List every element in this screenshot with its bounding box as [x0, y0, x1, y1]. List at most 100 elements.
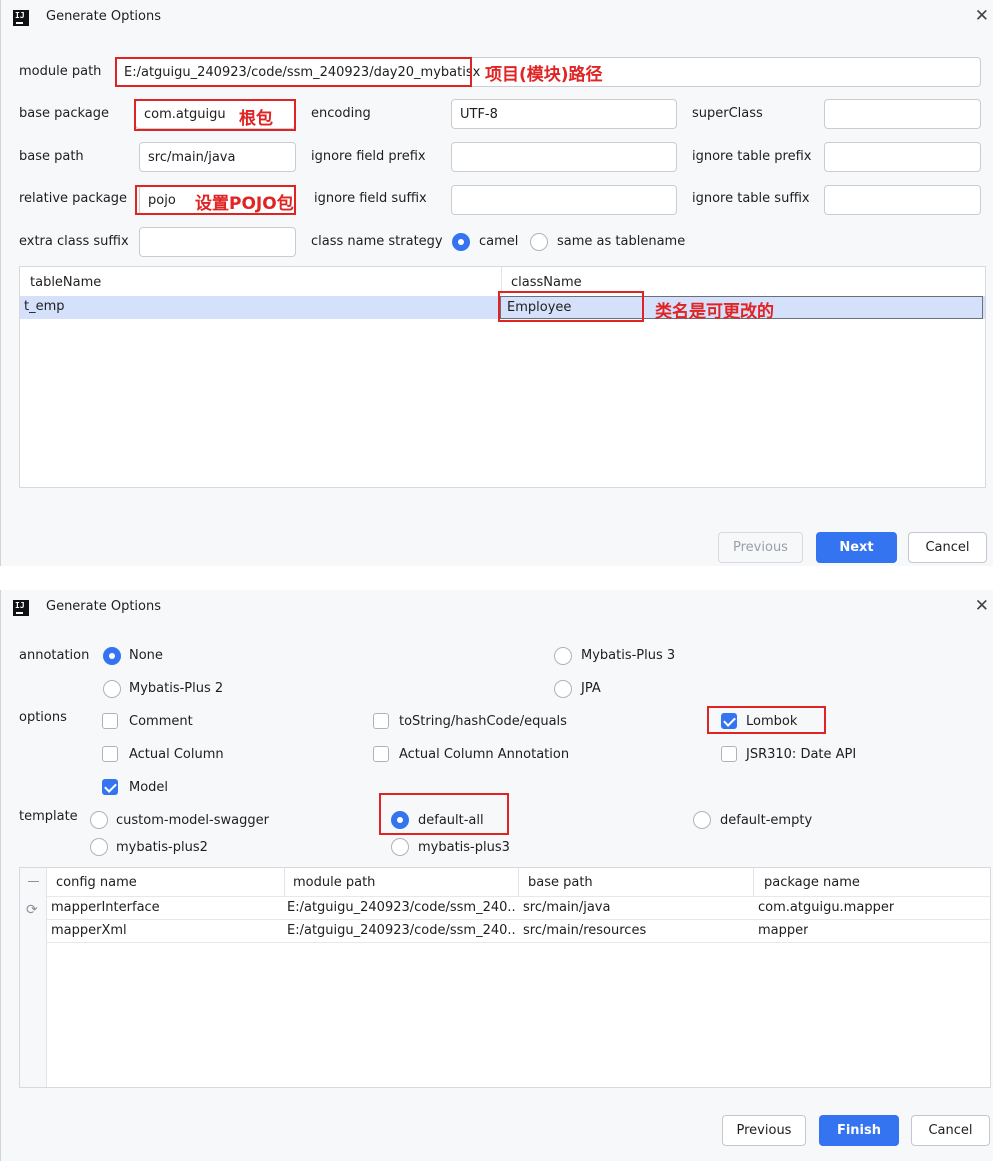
config-name-cell: mapperInterface	[51, 900, 160, 915]
dialog-title: Generate Options	[46, 9, 162, 24]
actual-column-checkbox[interactable]	[102, 746, 118, 762]
title-bar: IJ Generate Options ✕	[1, 0, 993, 36]
camel-radio[interactable]	[452, 233, 470, 251]
module-path-label: module path	[19, 64, 102, 79]
encoding-input[interactable]	[451, 99, 677, 129]
finish-button[interactable]: Finish	[819, 1115, 899, 1146]
column-divider	[501, 267, 502, 295]
annotation-mybatis-plus3-label: Mybatis-Plus 3	[581, 648, 676, 663]
jsr310-date-api-checkbox[interactable]	[721, 746, 737, 762]
relative-package-label: relative package	[19, 191, 128, 206]
base-path-cell: src/main/resources	[523, 923, 647, 938]
same-as-tablename-radio-label: same as tablename	[557, 234, 686, 249]
actual-column-annotation-checkbox[interactable]	[373, 746, 389, 762]
table-row[interactable]: mapperInterface E:/atguigu_240923/code/s…	[47, 897, 990, 919]
module-path-cell: E:/atguigu_240923/code/ssm_240...	[287, 900, 515, 915]
template-custom-model-swagger-radio[interactable]	[90, 811, 108, 829]
ignore-field-suffix-label: ignore field suffix	[314, 191, 427, 206]
template-default-all-label: default-all	[418, 813, 484, 828]
previous-button[interactable]: Previous	[718, 532, 803, 563]
generate-options-dialog-step2: IJ Generate Options ✕ annotation None My…	[0, 590, 993, 1161]
package-name-header[interactable]: package name	[764, 875, 860, 890]
table-name-cell: t_emp	[24, 299, 65, 314]
base-path-input[interactable]	[139, 142, 296, 172]
superclass-input[interactable]	[824, 99, 981, 129]
previous-button[interactable]: Previous	[722, 1115, 806, 1146]
column-divider	[518, 868, 519, 896]
class-name-annotation: 类名是可更改的	[655, 302, 774, 322]
template-mybatis-plus3-label: mybatis-plus3	[418, 840, 510, 855]
tostring-hashcode-equals-label: toString/hashCode/equals	[399, 714, 567, 729]
actual-column-label: Actual Column	[129, 747, 224, 762]
options-label: options	[19, 710, 67, 725]
config-name-header[interactable]: config name	[56, 875, 137, 890]
jsr310-date-api-label: JSR310: Date API	[746, 747, 857, 762]
same-as-tablename-radio[interactable]	[530, 233, 548, 251]
table-class-mapping: tableName className t_emp	[19, 266, 986, 488]
annotation-none-label: None	[129, 648, 163, 663]
tostring-hashcode-equals-checkbox[interactable]	[373, 713, 389, 729]
package-name-cell: com.atguigu.mapper	[758, 900, 895, 915]
column-divider	[284, 868, 285, 896]
dialog-separator	[0, 566, 993, 590]
comment-checkbox-label: Comment	[129, 714, 193, 729]
ignore-field-prefix-label: ignore field prefix	[311, 149, 426, 164]
template-default-all-radio[interactable]	[391, 811, 409, 829]
ignore-table-suffix-input[interactable]	[824, 185, 981, 215]
actual-column-annotation-label: Actual Column Annotation	[399, 747, 570, 762]
dialog-title: Generate Options	[46, 599, 162, 614]
relative-package-annotation: 设置POJO包	[195, 194, 294, 214]
module-path-header[interactable]: module path	[293, 875, 375, 890]
intellij-logo-icon: IJ	[13, 600, 29, 616]
table-name-header[interactable]: tableName	[30, 275, 101, 290]
template-default-empty-label: default-empty	[720, 813, 813, 828]
ignore-field-prefix-input[interactable]	[451, 142, 677, 172]
extra-class-suffix-label: extra class suffix	[19, 234, 129, 249]
annotation-none-radio[interactable]	[103, 647, 121, 665]
config-table: ⟳ config name module path base path pack…	[19, 867, 991, 1088]
close-icon[interactable]: ✕	[975, 596, 989, 616]
annotation-jpa-radio[interactable]	[554, 680, 572, 698]
template-mybatis-plus2-radio[interactable]	[90, 838, 108, 856]
base-path-cell: src/main/java	[523, 900, 611, 915]
class-name-strategy-label: class name strategy	[311, 234, 443, 249]
model-checkbox[interactable]	[102, 779, 118, 795]
title-bar: IJ Generate Options ✕	[1, 590, 993, 626]
table-row[interactable]: mapperXml E:/atguigu_240923/code/ssm_240…	[47, 920, 990, 942]
minus-icon[interactable]	[28, 881, 39, 882]
template-default-empty-radio[interactable]	[693, 811, 711, 829]
lombok-checkbox-label: Lombok	[746, 714, 798, 729]
annotation-mybatis-plus3-radio[interactable]	[554, 647, 572, 665]
config-name-cell: mapperXml	[51, 923, 127, 938]
ignore-field-suffix-input[interactable]	[451, 185, 677, 215]
ignore-table-prefix-input[interactable]	[824, 142, 981, 172]
template-mybatis-plus3-radio[interactable]	[391, 838, 409, 856]
ignore-table-suffix-label: ignore table suffix	[692, 191, 810, 206]
row-divider	[47, 942, 990, 943]
model-checkbox-label: Model	[129, 780, 169, 795]
template-label: template	[19, 809, 78, 824]
annotation-label: annotation	[19, 648, 90, 663]
module-path-cell: E:/atguigu_240923/code/ssm_240...	[287, 923, 515, 938]
comment-checkbox[interactable]	[102, 713, 118, 729]
extra-class-suffix-input[interactable]	[139, 227, 296, 257]
annotation-mybatis-plus2-radio[interactable]	[103, 680, 121, 698]
class-name-header[interactable]: className	[511, 275, 582, 290]
annotation-jpa-label: JPA	[581, 681, 601, 696]
encoding-label: encoding	[311, 106, 371, 121]
generate-options-dialog-step1: IJ Generate Options ✕ module path 项目(模块)…	[0, 0, 993, 566]
base-path-header[interactable]: base path	[528, 875, 593, 890]
template-custom-model-swagger-label: custom-model-swagger	[116, 813, 269, 828]
template-mybatis-plus2-label: mybatis-plus2	[116, 840, 208, 855]
row-gutter	[20, 868, 47, 1087]
next-button[interactable]: Next	[816, 532, 897, 563]
table-row[interactable]: t_emp	[20, 296, 985, 319]
camel-radio-label: camel	[479, 234, 519, 249]
lombok-checkbox[interactable]	[721, 713, 737, 729]
refresh-icon[interactable]: ⟳	[26, 903, 41, 918]
close-icon[interactable]: ✕	[975, 6, 989, 26]
base-package-annotation: 根包	[239, 109, 273, 129]
cancel-button[interactable]: Cancel	[911, 1115, 990, 1146]
cancel-button[interactable]: Cancel	[908, 532, 987, 563]
annotation-mybatis-plus2-label: Mybatis-Plus 2	[129, 681, 224, 696]
